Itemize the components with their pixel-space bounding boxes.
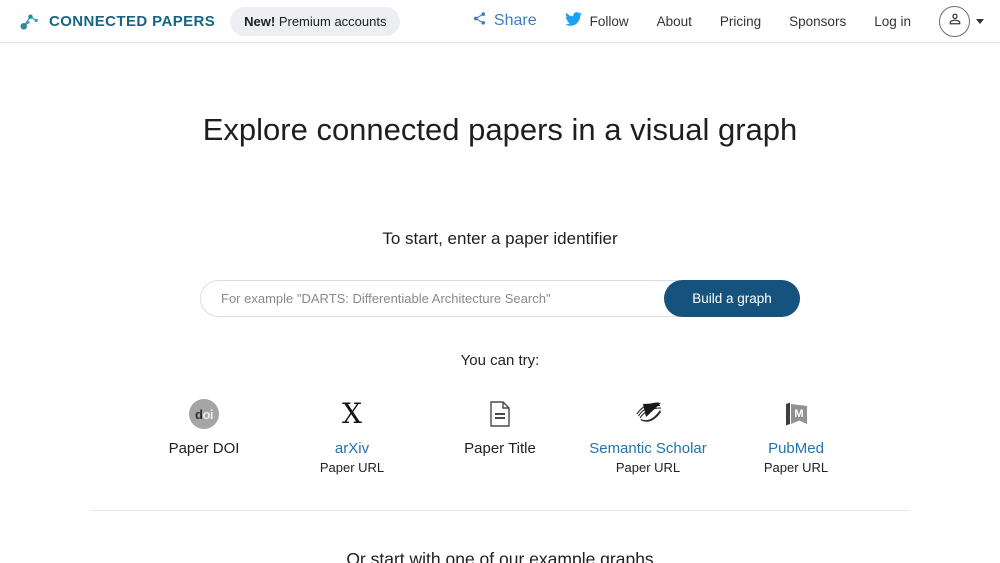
option-pubmed-url[interactable]: M PubMed Paper URL — [722, 393, 870, 475]
follow-label: Follow — [590, 14, 629, 29]
person-icon — [947, 11, 963, 32]
option-arxiv-url[interactable]: X arXiv Paper URL — [278, 393, 426, 475]
follow-button[interactable]: Follow — [565, 12, 629, 31]
pubmed-icon: M — [722, 393, 870, 435]
share-icon — [472, 11, 487, 31]
option-subtitle: Paper URL — [574, 460, 722, 475]
semantic-scholar-icon — [574, 393, 722, 435]
paper-title-icon — [426, 393, 574, 435]
premium-accounts-badge[interactable]: New! Premium accounts — [230, 7, 400, 36]
examples-heading: Or start with one of our example graphs — [0, 549, 1000, 563]
nav-sponsors[interactable]: Sponsors — [789, 14, 846, 29]
connected-papers-logo-icon[interactable] — [18, 10, 41, 33]
you-can-try-label: You can try: — [0, 352, 1000, 369]
section-divider — [90, 510, 910, 511]
option-paper-title[interactable]: Paper Title — [426, 393, 574, 475]
top-navbar: CONNECTED PAPERS New! Premium accounts S… — [0, 0, 1000, 43]
page-subtitle: To start, enter a paper identifier — [0, 229, 1000, 249]
badge-rest-label: Premium accounts — [275, 14, 386, 29]
option-subtitle: Paper URL — [278, 460, 426, 475]
navbar-links: Share Follow About Pricing Sponsors Log … — [472, 6, 984, 37]
share-label: Share — [494, 12, 537, 30]
option-title[interactable]: PubMed — [722, 440, 870, 457]
twitter-icon — [565, 12, 582, 31]
option-semantic-scholar-url[interactable]: Semantic Scholar Paper URL — [574, 393, 722, 475]
brand-title[interactable]: CONNECTED PAPERS — [49, 13, 215, 30]
main-content: Explore connected papers in a visual gra… — [0, 43, 1000, 563]
nav-login[interactable]: Log in — [874, 14, 911, 29]
option-subtitle: Paper URL — [722, 460, 870, 475]
share-button[interactable]: Share — [472, 11, 537, 31]
paper-search-bar: Build a graph — [200, 280, 800, 317]
identifier-options-row: doi Paper DOI X arXiv Paper URL Paper Ti… — [130, 393, 870, 475]
option-title[interactable]: Semantic Scholar — [574, 440, 722, 457]
page-title: Explore connected papers in a visual gra… — [0, 112, 1000, 148]
nav-pricing[interactable]: Pricing — [720, 14, 761, 29]
build-graph-button[interactable]: Build a graph — [664, 280, 800, 317]
svg-text:M: M — [794, 408, 803, 420]
doi-icon: doi — [130, 393, 278, 435]
avatar — [939, 6, 970, 37]
option-title: Paper DOI — [130, 440, 278, 457]
option-paper-doi[interactable]: doi Paper DOI — [130, 393, 278, 475]
nav-about[interactable]: About — [657, 14, 692, 29]
arxiv-icon: X — [278, 393, 426, 435]
chevron-down-icon — [976, 19, 984, 24]
option-title[interactable]: arXiv — [278, 440, 426, 457]
badge-new-label: New! — [244, 14, 275, 29]
account-menu-button[interactable] — [939, 6, 984, 37]
option-title: Paper Title — [426, 440, 574, 457]
